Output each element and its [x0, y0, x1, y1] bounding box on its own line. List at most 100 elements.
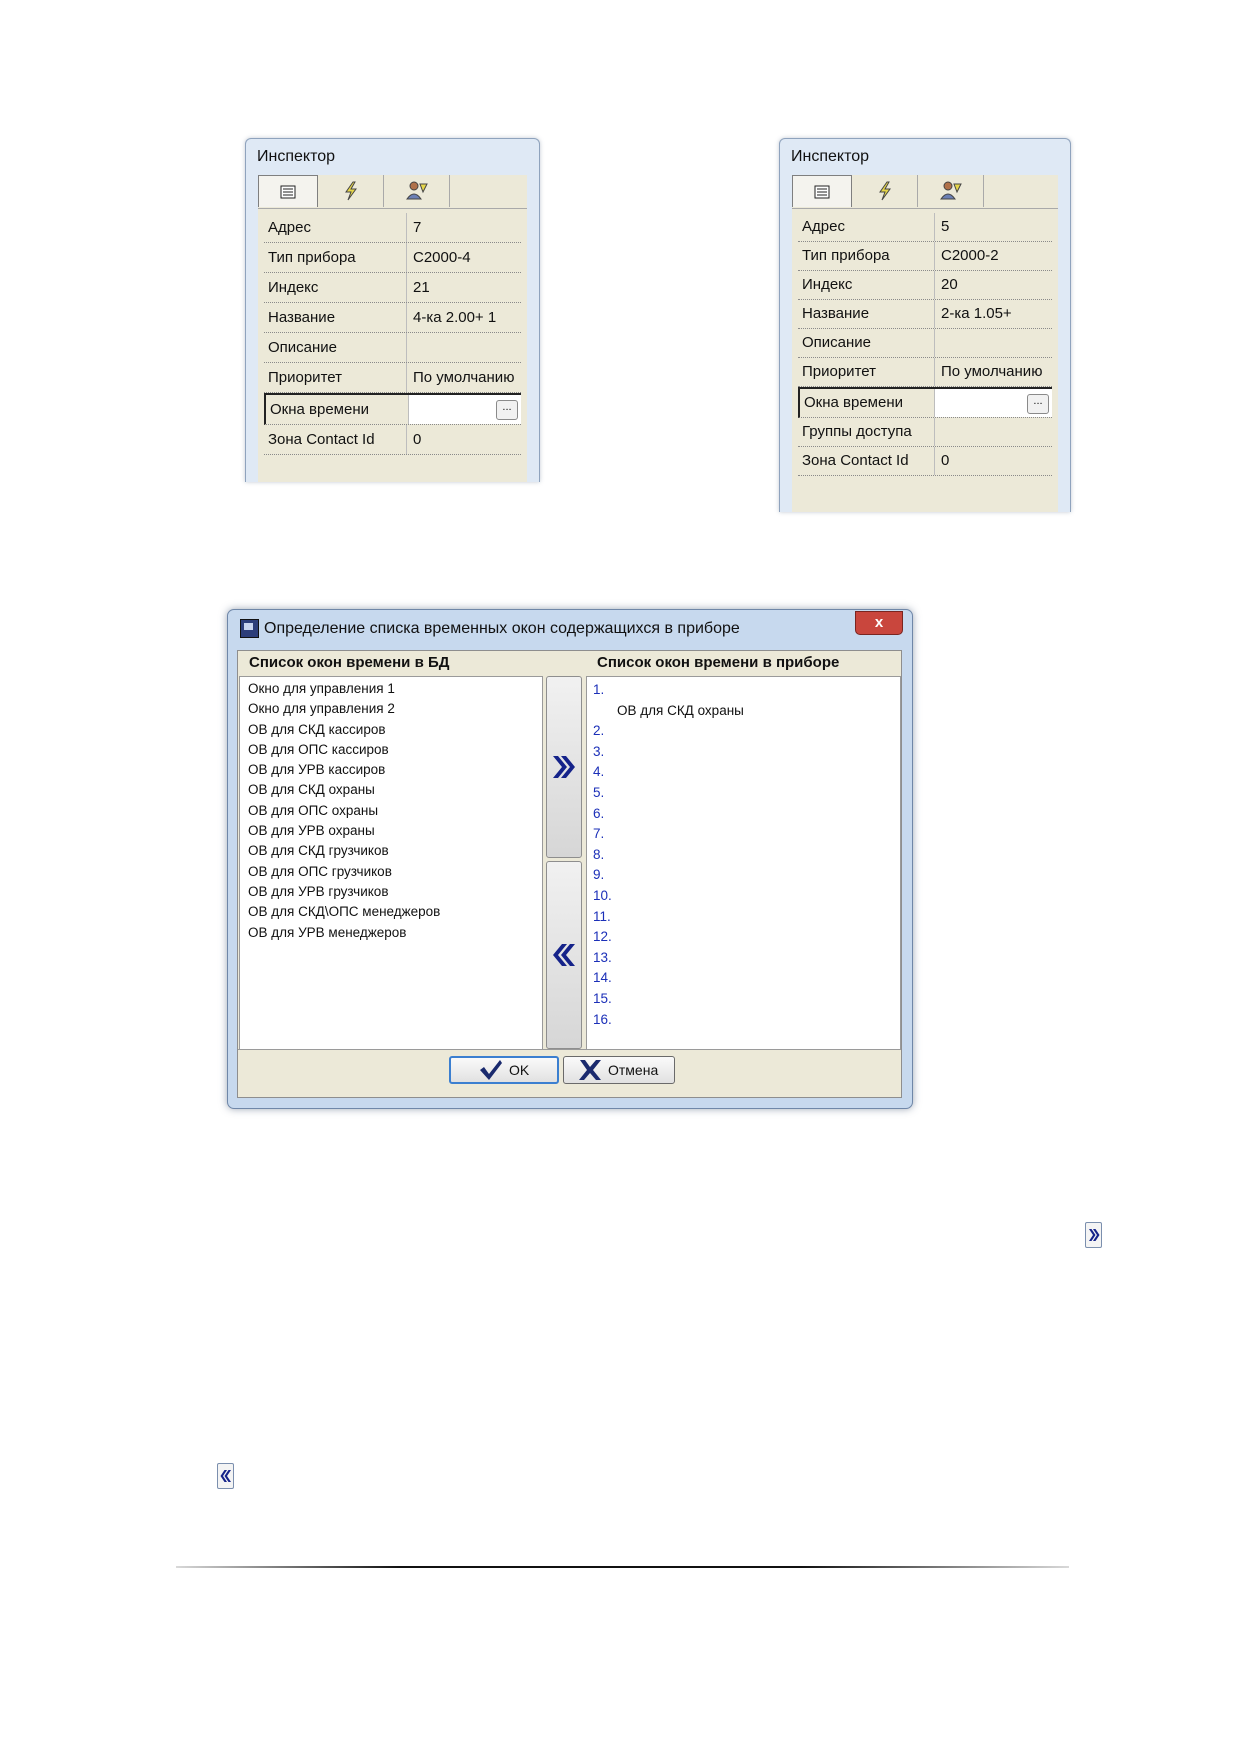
list-item[interactable]: Окно для управления 1 — [240, 679, 542, 699]
add-to-device-button[interactable] — [546, 676, 582, 858]
property-value: 20 — [941, 276, 958, 293]
slot-number[interactable]: 5. — [587, 783, 900, 804]
slot-number[interactable]: 7. — [587, 824, 900, 845]
tab-properties[interactable] — [792, 175, 852, 207]
device-windows-list[interactable]: 1. ОВ для СКД охраны 2. 3. 4. 5. 6. 7. 8… — [586, 676, 901, 1050]
list-item[interactable]: ОВ для УРВ грузчиков — [240, 882, 542, 902]
property-key: Тип прибора — [798, 242, 935, 270]
property-row[interactable]: Тип прибора С2000-4 — [264, 243, 521, 273]
property-row[interactable]: Приоритет По умолчанию — [798, 358, 1052, 387]
property-row[interactable]: Название 4-ка 2.00+ 1 — [264, 303, 521, 333]
slot-number[interactable]: 9. — [587, 865, 900, 886]
list-item[interactable]: ОВ для СКД\ОПС менеджеров — [240, 902, 542, 922]
property-row[interactable]: Приоритет По умолчанию — [264, 363, 521, 393]
list-item[interactable]: Окно для управления 2 — [240, 699, 542, 719]
property-row[interactable]: Адрес 7 — [264, 213, 521, 243]
list-item[interactable]: ОВ для УРВ кассиров — [240, 760, 542, 780]
property-row[interactable]: Название 2-ка 1.05+ — [798, 300, 1052, 329]
property-row[interactable]: Зона Contact Id 0 — [264, 425, 521, 455]
tab-events[interactable] — [318, 175, 384, 207]
property-value[interactable]: ... — [935, 389, 1052, 417]
ok-button[interactable]: OK — [449, 1056, 559, 1084]
slot-number[interactable]: 3. — [587, 742, 900, 763]
list-item[interactable]: ОВ для СКД кассиров — [240, 720, 542, 740]
property-key: Описание — [798, 329, 935, 357]
property-row[interactable]: Индекс 20 — [798, 271, 1052, 300]
slot-number[interactable]: 16. — [587, 1010, 900, 1031]
property-key: Адрес — [798, 213, 935, 241]
property-row-selected[interactable]: Окна времени... — [798, 387, 1052, 418]
slot-number[interactable]: 12. — [587, 927, 900, 948]
list-icon — [280, 185, 296, 198]
property-grid: Адрес 5 Тип прибора С2000-2 Индекс 20 Назва… — [792, 209, 1058, 512]
slot-number[interactable]: 8. — [587, 845, 900, 866]
lightning-icon — [878, 181, 891, 201]
list-item[interactable]: ОВ для ОПС охраны — [240, 801, 542, 821]
tab-users[interactable] — [918, 175, 984, 207]
property-value: С2000-2 — [941, 247, 999, 264]
list-item[interactable]: ОВ для ОПС грузчиков — [240, 862, 542, 882]
tab-events[interactable] — [852, 175, 918, 207]
slot-number[interactable]: 10. — [587, 886, 900, 907]
property-value: 2-ка 1.05+ — [941, 305, 1012, 322]
remove-from-device-button[interactable] — [546, 861, 582, 1049]
slot-number[interactable]: 2. — [587, 721, 900, 742]
app-icon — [240, 619, 259, 638]
property-row[interactable]: Зона Contact Id 0 — [798, 447, 1052, 476]
slot-number[interactable]: 1. — [587, 680, 900, 701]
property-key: Зона Contact Id — [264, 425, 407, 454]
inspector-tabs — [258, 175, 527, 209]
property-value: По умолчанию — [413, 369, 515, 386]
users-icon — [405, 181, 428, 200]
property-row[interactable]: Описание — [264, 333, 521, 363]
close-button[interactable]: x — [855, 611, 903, 635]
cancel-button[interactable]: Отмена — [563, 1056, 675, 1084]
property-value: 7 — [413, 219, 422, 236]
cancel-label: Отмена — [608, 1062, 659, 1078]
slot-number[interactable]: 6. — [587, 804, 900, 825]
inline-remove-icon — [217, 1463, 234, 1489]
slot-number[interactable]: 11. — [587, 907, 900, 928]
slot-number[interactable]: 14. — [587, 968, 900, 989]
list-item[interactable]: ОВ для ОПС кассиров — [240, 740, 542, 760]
slot-value[interactable]: ОВ для СКД охраны — [587, 701, 900, 722]
slot-number[interactable]: 4. — [587, 762, 900, 783]
property-value: 5 — [941, 218, 950, 235]
property-key: Описание — [264, 333, 407, 362]
slot-number[interactable]: 13. — [587, 948, 900, 969]
checkmark-icon — [480, 1060, 502, 1080]
property-row[interactable]: Индекс 21 — [264, 273, 521, 303]
tab-users[interactable] — [384, 175, 450, 207]
ellipsis-button[interactable]: ... — [1027, 394, 1049, 414]
list-item[interactable]: ОВ для УРВ охраны — [240, 821, 542, 841]
property-value: 4-ка 2.00+ 1 — [413, 309, 497, 326]
list-item[interactable]: ОВ для СКД охраны — [240, 780, 542, 800]
property-value: По умолчанию — [941, 363, 1043, 380]
inspector-title: Инспектор — [257, 148, 336, 165]
property-key: Индекс — [798, 271, 935, 299]
double-chevron-right-icon — [553, 756, 575, 778]
close-icon: x — [874, 614, 884, 631]
tab-properties[interactable] — [258, 175, 318, 207]
property-key: Адрес — [264, 213, 407, 242]
inline-add-icon — [1085, 1222, 1102, 1248]
property-row[interactable]: Тип прибора С2000-2 — [798, 242, 1052, 271]
page-divider — [176, 1566, 1069, 1568]
ellipsis-button[interactable]: ... — [496, 400, 518, 420]
property-row-selected[interactable]: Окна времени... — [264, 393, 521, 425]
property-row[interactable]: Описание — [798, 329, 1052, 358]
double-chevron-left-icon — [220, 1470, 231, 1482]
dialog-body: Список окон времени в БД Список окон вре… — [237, 650, 902, 1098]
property-value: 21 — [413, 279, 430, 296]
property-row[interactable]: Группы доступа — [798, 418, 1052, 447]
property-value[interactable]: ... — [409, 395, 521, 424]
property-row[interactable]: Адрес 5 — [798, 213, 1052, 242]
slot-number[interactable]: 15. — [587, 989, 900, 1010]
list-item[interactable]: ОВ для УРВ менеджеров — [240, 923, 542, 943]
list-item[interactable]: ОВ для СКД грузчиков — [240, 841, 542, 861]
ok-label: OK — [509, 1062, 530, 1078]
db-windows-list[interactable]: Окно для управления 1 Окно для управлени… — [239, 676, 543, 1050]
property-value: С2000-4 — [413, 249, 471, 266]
inspector-panel-left: Инспектор Адрес 7 Тип прибора С2000-4 Инде… — [245, 138, 540, 482]
inspector-panel-right: Инспектор Адрес 5 Тип прибора С2000-2 Инде… — [779, 138, 1071, 512]
